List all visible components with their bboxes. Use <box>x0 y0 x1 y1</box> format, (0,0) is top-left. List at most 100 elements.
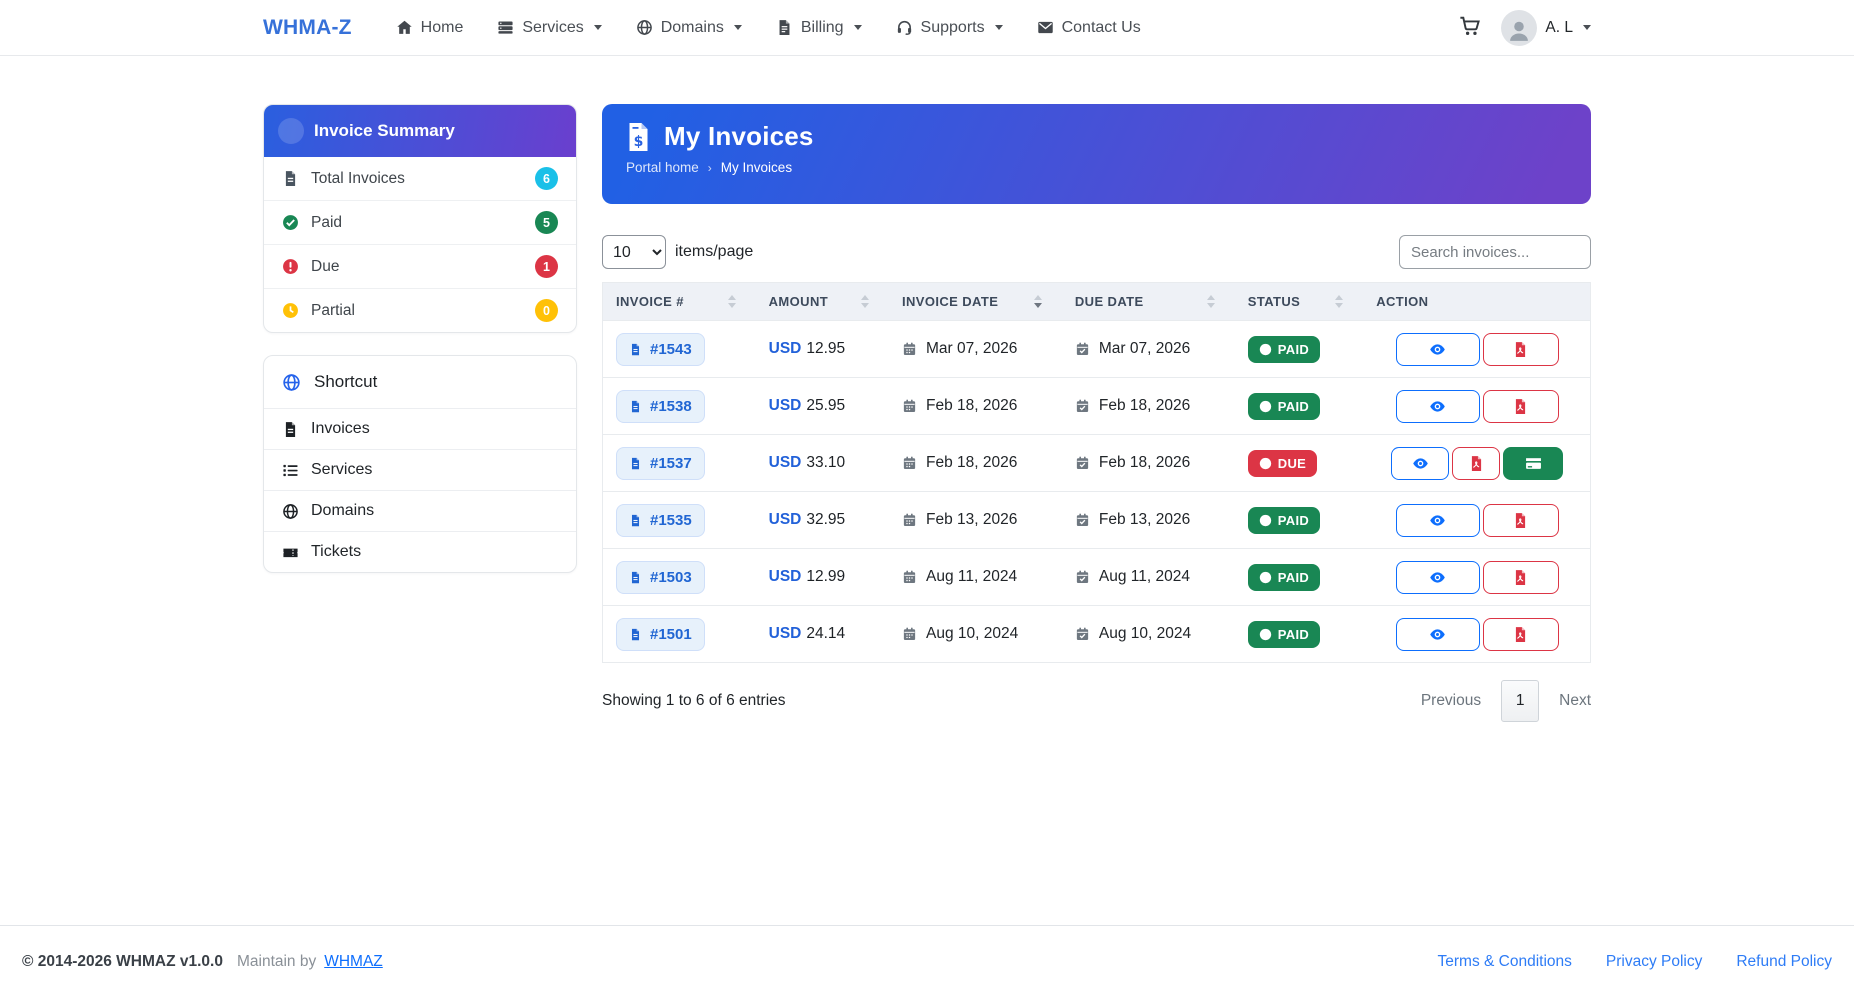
summary-row-partial: Partial 0 <box>264 288 576 332</box>
chevron-down-icon <box>995 25 1003 30</box>
shortcut-title: Shortcut <box>314 372 377 392</box>
file-icon <box>629 627 642 642</box>
breadcrumb-portal-home[interactable]: Portal home <box>626 160 699 175</box>
download-pdf-button[interactable] <box>1452 447 1500 480</box>
maintainer-link[interactable]: WHMAZ <box>324 953 383 971</box>
person-icon <box>1506 17 1532 43</box>
entries-summary: Showing 1 to 6 of 6 entries <box>602 692 786 710</box>
pay-invoice-button[interactable] <box>1503 447 1563 480</box>
row-actions <box>1376 504 1590 537</box>
due-date: Feb 13, 2026 <box>1099 511 1190 529</box>
view-invoice-button[interactable] <box>1396 618 1480 651</box>
view-invoice-button[interactable] <box>1396 504 1480 537</box>
brand-logo[interactable]: WHMA-Z <box>263 16 352 40</box>
summary-row-label: Due <box>311 258 339 276</box>
page-banner: My Invoices Portal home › My Invoices <box>602 104 1591 204</box>
due-date: Feb 18, 2026 <box>1099 397 1190 415</box>
nav-item-services[interactable]: Services <box>497 19 601 37</box>
footer-link-privacy-policy[interactable]: Privacy Policy <box>1606 953 1702 971</box>
list-icon <box>282 462 299 479</box>
file-icon <box>629 456 642 471</box>
sidebar-item-domains[interactable]: Domains <box>264 490 576 531</box>
nav-item-billing[interactable]: Billing <box>776 19 862 37</box>
invoices-table: INVOICE # AMOUNT INVOICE DATE DUE DATE S… <box>602 282 1591 663</box>
download-pdf-button[interactable] <box>1483 504 1559 537</box>
eye-icon <box>1429 398 1446 415</box>
nav-item-supports[interactable]: Supports <box>896 19 1003 37</box>
eye-icon <box>1429 569 1446 586</box>
download-pdf-button[interactable] <box>1483 618 1559 651</box>
sidebar-item-services[interactable]: Services <box>264 449 576 490</box>
calendar-check-icon <box>1075 626 1090 642</box>
breadcrumb-separator: › <box>708 161 712 175</box>
shortcut-card: Shortcut Invoices Services Domains Ticke… <box>263 355 577 573</box>
summary-row-due: Due 1 <box>264 244 576 288</box>
amount-currency: USD <box>769 511 802 528</box>
view-invoice-button[interactable] <box>1391 447 1449 480</box>
view-invoice-button[interactable] <box>1396 561 1480 594</box>
user-menu[interactable]: A. L <box>1501 10 1591 46</box>
invoice-date: Aug 11, 2024 <box>926 568 1017 586</box>
invoice-date: Mar 07, 2026 <box>926 340 1017 358</box>
shortcut-item-label: Domains <box>311 502 374 520</box>
column-header-due-date[interactable]: DUE DATE <box>1062 283 1235 321</box>
portal-page: WHMA-Z Home Services Domains Billing Sup… <box>0 0 1854 997</box>
invoice-row: #1501 USD24.14 Aug 10, 2024 Aug 10, 2024… <box>603 606 1591 663</box>
sort-icon <box>861 295 869 308</box>
due-date: Feb 18, 2026 <box>1099 454 1190 472</box>
column-header-label: DUE DATE <box>1075 294 1144 309</box>
previous-page-button[interactable]: Previous <box>1421 692 1481 710</box>
invoice-number-link[interactable]: #1535 <box>616 504 705 537</box>
nav-item-home[interactable]: Home <box>396 19 464 37</box>
invoice-number-link[interactable]: #1543 <box>616 333 705 366</box>
nav-item-domains[interactable]: Domains <box>636 19 742 37</box>
nav-item-label: Supports <box>921 19 985 37</box>
invoice-number-link[interactable]: #1538 <box>616 390 705 423</box>
nav-item-contact-us[interactable]: Contact Us <box>1037 19 1141 37</box>
next-page-button[interactable]: Next <box>1559 692 1591 710</box>
invoice-row: #1503 USD12.99 Aug 11, 2024 Aug 11, 2024… <box>603 549 1591 606</box>
cart-button[interactable] <box>1457 15 1483 41</box>
row-actions <box>1376 447 1590 480</box>
amount-value: 12.95 <box>806 340 845 357</box>
footer-link-refund-policy[interactable]: Refund Policy <box>1736 953 1832 971</box>
download-pdf-button[interactable] <box>1483 333 1559 366</box>
invoice-row: #1537 USD33.10 Feb 18, 2026 Feb 18, 2026… <box>603 435 1591 492</box>
column-header-amount[interactable]: AMOUNT <box>756 283 889 321</box>
table-toolbar: 10 items/page <box>602 235 1591 269</box>
column-header-invoice[interactable]: INVOICE # <box>603 283 756 321</box>
file-icon <box>629 399 642 414</box>
view-invoice-button[interactable] <box>1396 333 1480 366</box>
current-page-button[interactable]: 1 <box>1501 680 1539 722</box>
footer-links: Terms & Conditions Privacy Policy Refund P… <box>1438 953 1833 971</box>
invoice-number-link[interactable]: #1537 <box>616 447 705 480</box>
count-badge: 0 <box>535 299 558 322</box>
top-navbar: WHMA-Z Home Services Domains Billing Sup… <box>0 0 1854 56</box>
status-badge: PAID <box>1248 507 1320 534</box>
footer-link-terms-conditions[interactable]: Terms & Conditions <box>1438 953 1572 971</box>
download-pdf-button[interactable] <box>1483 390 1559 423</box>
items-per-page-select[interactable]: 10 <box>602 235 666 269</box>
download-pdf-button[interactable] <box>1483 561 1559 594</box>
due-date: Aug 10, 2024 <box>1099 625 1191 643</box>
search-input[interactable] <box>1399 235 1591 269</box>
headset-icon <box>896 19 913 36</box>
invoice-date: Feb 18, 2026 <box>926 454 1017 472</box>
calendar-check-icon <box>1075 512 1090 528</box>
globe-icon <box>636 19 653 36</box>
amount-value: 24.14 <box>806 625 845 642</box>
shortcut-item-label: Services <box>311 461 372 479</box>
sidebar-item-tickets[interactable]: Tickets <box>264 531 576 572</box>
invoice-number-link[interactable]: #1503 <box>616 561 705 594</box>
file-icon <box>282 170 299 187</box>
column-header-status[interactable]: STATUS <box>1235 283 1363 321</box>
invoice-number-link[interactable]: #1501 <box>616 618 705 651</box>
breadcrumb: Portal home › My Invoices <box>626 160 1567 175</box>
view-invoice-button[interactable] <box>1396 390 1480 423</box>
status-badge: PAID <box>1248 393 1320 420</box>
file-icon <box>629 342 642 357</box>
column-header-invoice-date[interactable]: INVOICE DATE <box>889 283 1062 321</box>
column-header-action[interactable]: ACTION <box>1363 283 1590 321</box>
sidebar-item-invoices[interactable]: Invoices <box>264 408 576 449</box>
page-footer: © 2014-2026 WHMAZ v1.0.0 Maintain by WHM… <box>0 925 1854 997</box>
